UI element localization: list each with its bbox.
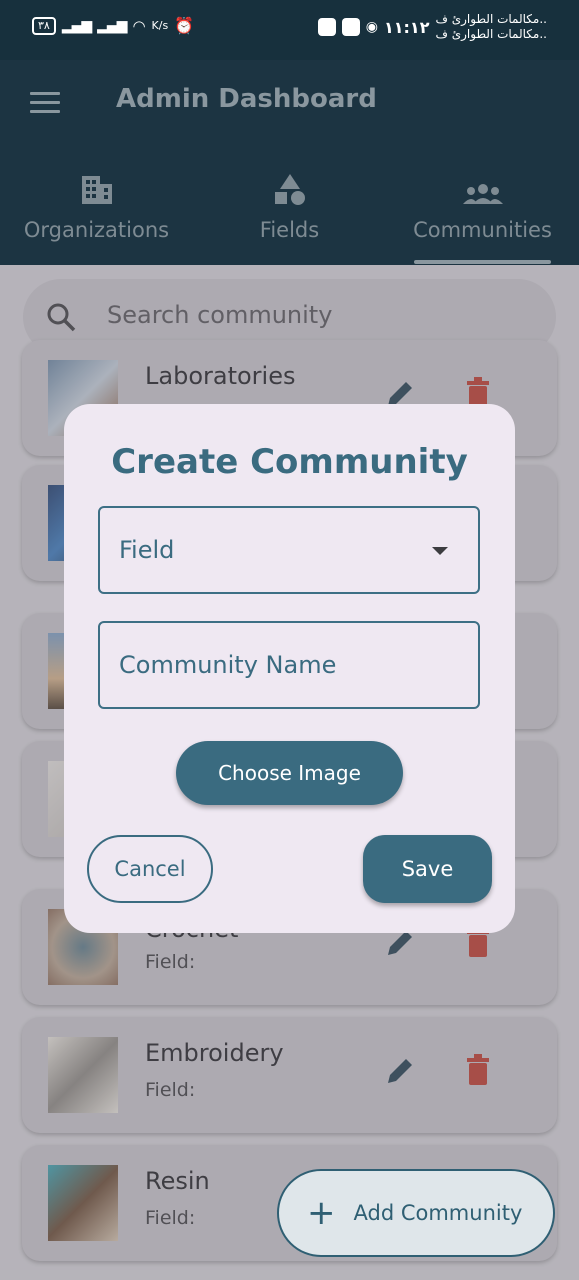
signal-icon: ▂▄▆ bbox=[61, 17, 92, 34]
save-button[interactable]: Save bbox=[363, 835, 492, 903]
app-notification-icon-2 bbox=[341, 18, 360, 36]
signal-icon-2: ▂▄▆ bbox=[97, 17, 127, 34]
app-notification-icon bbox=[317, 18, 336, 36]
community-name-input[interactable]: Community Name bbox=[98, 621, 480, 709]
tab-communities[interactable]: Communities bbox=[386, 172, 579, 242]
choose-image-button[interactable]: Choose Image bbox=[176, 741, 403, 805]
tab-fields[interactable]: Fields bbox=[193, 172, 386, 242]
building-icon bbox=[0, 172, 193, 206]
shapes-icon bbox=[193, 172, 386, 206]
notification-line-1: مكالمات الطوارئ ف.. bbox=[435, 12, 547, 26]
app-bar: Admin Dashboard Organizations Fields Com… bbox=[0, 60, 579, 265]
tab-organizations[interactable]: Organizations bbox=[0, 172, 193, 242]
field-dropdown-label: Field bbox=[119, 536, 175, 564]
cancel-button[interactable]: Cancel bbox=[87, 835, 213, 903]
tab-label: Communities bbox=[413, 218, 552, 242]
fab-label: Add Community bbox=[353, 1201, 523, 1225]
dialog-title: Create Community bbox=[111, 442, 468, 482]
messenger-icon: ◉ bbox=[365, 19, 378, 35]
alarm-icon: ⏰ bbox=[174, 16, 195, 35]
status-bar: ٣٨ ▂▄▆ ▂▄▆ ◠ K/s ⏰ ◉ ١١:١٢ مكالمات الطوا… bbox=[0, 0, 579, 60]
field-dropdown[interactable]: Field bbox=[98, 506, 480, 594]
menu-icon[interactable] bbox=[30, 92, 60, 114]
tab-indicator bbox=[414, 260, 551, 264]
people-icon bbox=[386, 172, 579, 206]
clock: ١١:١٢ bbox=[384, 17, 430, 37]
notification-text: مكالمات الطوارئ ف.. مكالمات الطوارئ ف.. bbox=[435, 12, 547, 42]
tab-label: Organizations bbox=[23, 218, 170, 242]
notification-line-2: مكالمات الطوارئ ف.. bbox=[435, 27, 547, 41]
status-left: ٣٨ ▂▄▆ ▂▄▆ ◠ K/s ⏰ bbox=[32, 16, 194, 35]
plus-icon: + bbox=[307, 1193, 336, 1233]
wifi-icon: ◠ bbox=[132, 16, 146, 35]
battery-icon: ٣٨ bbox=[32, 16, 56, 35]
chevron-down-icon bbox=[432, 547, 448, 555]
page-title: Admin Dashboard bbox=[116, 84, 377, 114]
add-community-button[interactable]: + Add Community bbox=[277, 1169, 555, 1257]
network-speed: K/s bbox=[151, 19, 169, 32]
create-community-dialog: Create Community Field Community Name Ch… bbox=[64, 404, 515, 933]
status-right: ◉ ١١:١٢ مكالمات الطوارئ ف.. مكالمات الطو… bbox=[317, 12, 547, 42]
community-name-label: Community Name bbox=[119, 651, 337, 679]
tab-label: Fields bbox=[259, 218, 320, 242]
